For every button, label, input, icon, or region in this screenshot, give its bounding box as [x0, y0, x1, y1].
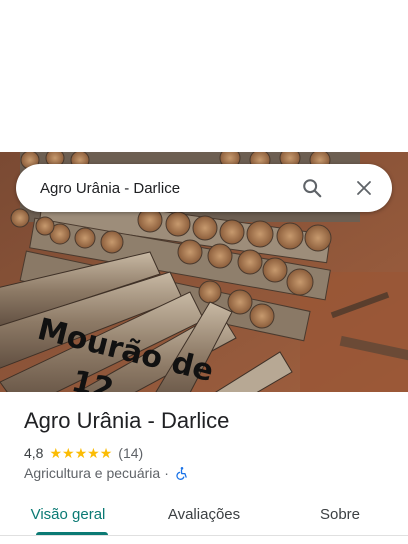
tab-about[interactable]: Sobre	[272, 492, 408, 536]
category-row: Agricultura e pecuária ·	[24, 464, 189, 482]
separator-dot: ·	[164, 465, 169, 481]
close-icon[interactable]	[352, 176, 376, 200]
wheelchair-icon	[175, 466, 189, 480]
star-icon: ★	[74, 445, 88, 461]
review-count[interactable]: (14)	[118, 445, 143, 461]
star-icon: ★	[62, 445, 75, 461]
place-category: Agricultura e pecuária	[24, 465, 161, 481]
star-icon: ★	[99, 445, 113, 461]
search-icon[interactable]	[300, 176, 324, 200]
map-blank-area	[0, 0, 408, 152]
place-title: Agro Urânia - Darlice	[24, 408, 230, 433]
star-rating: ★ ★ ★ ★ ★	[49, 446, 112, 460]
rating-value: 4,8	[24, 445, 44, 461]
star-icon: ★	[87, 445, 100, 461]
tab-bar: Visão geral Avaliações Sobre	[0, 492, 408, 536]
rating-row[interactable]: 4,8 ★ ★ ★ ★ ★ (14)	[24, 444, 143, 462]
search-bar[interactable]: Agro Urânia - Darlice	[16, 164, 392, 212]
star-icon: ★	[49, 445, 63, 461]
search-input[interactable]: Agro Urânia - Darlice	[40, 180, 300, 197]
tab-reviews[interactable]: Avaliações	[136, 492, 272, 536]
tab-divider	[0, 535, 408, 536]
tab-overview[interactable]: Visão geral	[0, 492, 136, 536]
